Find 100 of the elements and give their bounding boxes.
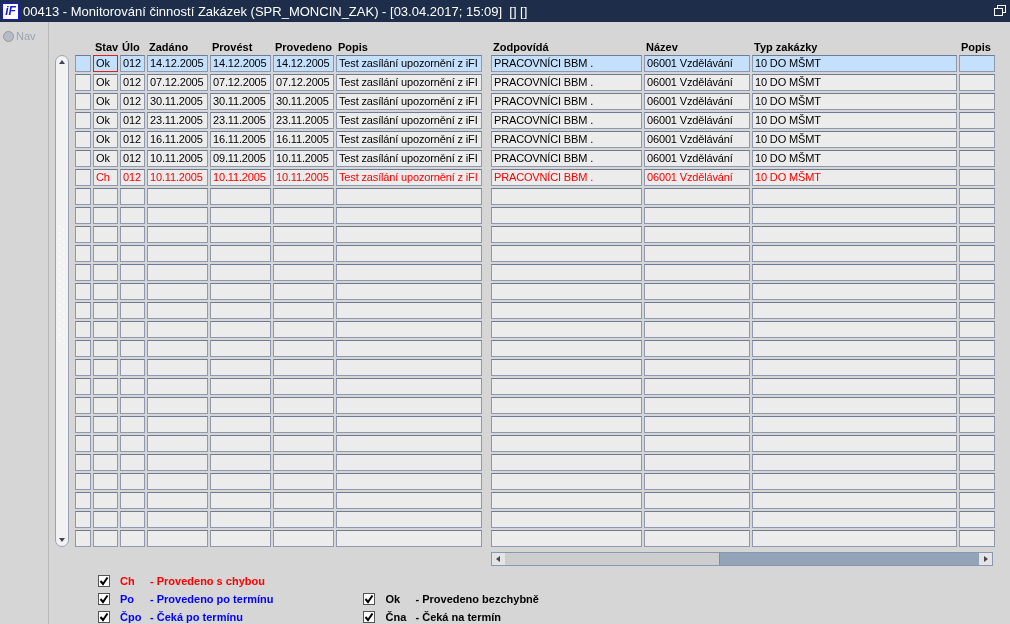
table-cell[interactable]	[273, 207, 334, 224]
table-cell[interactable]: 10 DO MŠMT	[752, 93, 957, 110]
table-cell[interactable]	[147, 416, 208, 433]
row-selector[interactable]	[75, 283, 91, 300]
table-cell[interactable]	[120, 473, 145, 490]
row-selector[interactable]	[75, 454, 91, 471]
table-cell[interactable]	[120, 454, 145, 471]
table-cell[interactable]	[336, 207, 482, 224]
table-cell[interactable]	[752, 245, 957, 262]
table-cell[interactable]	[644, 264, 750, 281]
table-cell[interactable]	[959, 264, 995, 281]
table-cell[interactable]	[147, 188, 208, 205]
table-cell[interactable]	[210, 359, 271, 376]
row-selector[interactable]	[75, 321, 91, 338]
table-cell[interactable]	[752, 321, 957, 338]
table-cell[interactable]	[93, 473, 118, 490]
row-selector[interactable]	[75, 264, 91, 281]
table-cell[interactable]	[491, 207, 642, 224]
row-selector[interactable]	[75, 359, 91, 376]
table-cell[interactable]	[210, 416, 271, 433]
table-cell[interactable]	[93, 397, 118, 414]
table-cell[interactable]	[959, 150, 995, 167]
table-cell[interactable]: 10 DO MŠMT	[752, 131, 957, 148]
table-cell[interactable]	[273, 454, 334, 471]
table-cell[interactable]: 23.11.2005	[147, 112, 208, 129]
row-selector[interactable]	[75, 74, 91, 91]
table-cell[interactable]	[491, 416, 642, 433]
table-cell[interactable]	[147, 302, 208, 319]
row-selector[interactable]	[75, 226, 91, 243]
table-cell[interactable]	[959, 169, 995, 186]
table-cell[interactable]	[644, 492, 750, 509]
table-cell[interactable]	[336, 454, 482, 471]
table-cell[interactable]: PRACOVNÍCI BBM .	[491, 150, 642, 167]
table-cell[interactable]	[959, 511, 995, 528]
table-cell[interactable]	[147, 264, 208, 281]
table-cell[interactable]	[752, 302, 957, 319]
table-cell[interactable]: 06001 Vzdělávání	[644, 150, 750, 167]
table-cell[interactable]: 14.12.2005	[210, 55, 271, 72]
table-cell[interactable]	[644, 511, 750, 528]
table-cell[interactable]	[120, 321, 145, 338]
table-cell[interactable]	[120, 511, 145, 528]
table-cell[interactable]	[147, 207, 208, 224]
table-cell[interactable]	[93, 302, 118, 319]
table-cell[interactable]	[273, 511, 334, 528]
table-cell[interactable]	[120, 302, 145, 319]
table-cell[interactable]: 06001 Vzdělávání	[644, 112, 750, 129]
table-cell[interactable]: Test zasílání upozornění z iFI	[336, 131, 482, 148]
table-cell[interactable]: 16.11.2005	[210, 131, 271, 148]
table-cell[interactable]	[959, 378, 995, 395]
table-cell[interactable]	[210, 492, 271, 509]
table-cell[interactable]	[959, 188, 995, 205]
table-cell[interactable]	[959, 55, 995, 72]
row-selector[interactable]	[75, 188, 91, 205]
table-cell[interactable]	[147, 283, 208, 300]
table-cell[interactable]	[147, 511, 208, 528]
table-cell[interactable]	[959, 397, 995, 414]
row-selector[interactable]	[75, 435, 91, 452]
table-cell[interactable]	[273, 530, 334, 547]
table-cell[interactable]	[336, 226, 482, 243]
table-cell[interactable]	[273, 340, 334, 357]
table-cell[interactable]	[336, 397, 482, 414]
table-cell[interactable]	[491, 530, 642, 547]
row-selector[interactable]	[75, 131, 91, 148]
table-cell[interactable]	[210, 473, 271, 490]
table-cell[interactable]	[336, 302, 482, 319]
table-cell[interactable]	[273, 226, 334, 243]
table-cell[interactable]: 012	[120, 74, 145, 91]
table-cell[interactable]	[644, 321, 750, 338]
table-cell[interactable]	[336, 340, 482, 357]
row-selector[interactable]	[75, 302, 91, 319]
table-cell[interactable]	[147, 245, 208, 262]
table-cell[interactable]: Test zasílání upozornění z iFI	[336, 55, 482, 72]
table-cell[interactable]	[644, 454, 750, 471]
table-cell[interactable]: 012	[120, 112, 145, 129]
table-cell[interactable]	[752, 492, 957, 509]
table-cell[interactable]	[644, 188, 750, 205]
table-cell[interactable]	[491, 321, 642, 338]
table-cell[interactable]: 06001 Vzdělávání	[644, 74, 750, 91]
table-cell[interactable]: Ok	[93, 74, 118, 91]
table-cell[interactable]	[93, 264, 118, 281]
table-cell[interactable]	[752, 378, 957, 395]
table-cell[interactable]: 23.11.2005	[273, 112, 334, 129]
table-cell[interactable]: 30.11.2005	[147, 93, 208, 110]
table-cell[interactable]	[336, 264, 482, 281]
table-cell[interactable]	[93, 492, 118, 509]
vertical-scrollbar[interactable]	[55, 55, 69, 547]
table-cell[interactable]	[644, 416, 750, 433]
table-cell[interactable]: Ok	[93, 55, 118, 72]
table-cell[interactable]	[336, 321, 482, 338]
table-cell[interactable]	[959, 283, 995, 300]
table-cell[interactable]: PRACOVNÍCI BBM .	[491, 93, 642, 110]
table-cell[interactable]	[644, 359, 750, 376]
table-cell[interactable]	[959, 492, 995, 509]
table-cell[interactable]	[491, 397, 642, 414]
checkbox[interactable]	[98, 593, 110, 605]
table-cell[interactable]	[120, 492, 145, 509]
table-cell[interactable]	[93, 359, 118, 376]
table-cell[interactable]	[210, 226, 271, 243]
table-cell[interactable]	[336, 378, 482, 395]
table-cell[interactable]	[491, 473, 642, 490]
